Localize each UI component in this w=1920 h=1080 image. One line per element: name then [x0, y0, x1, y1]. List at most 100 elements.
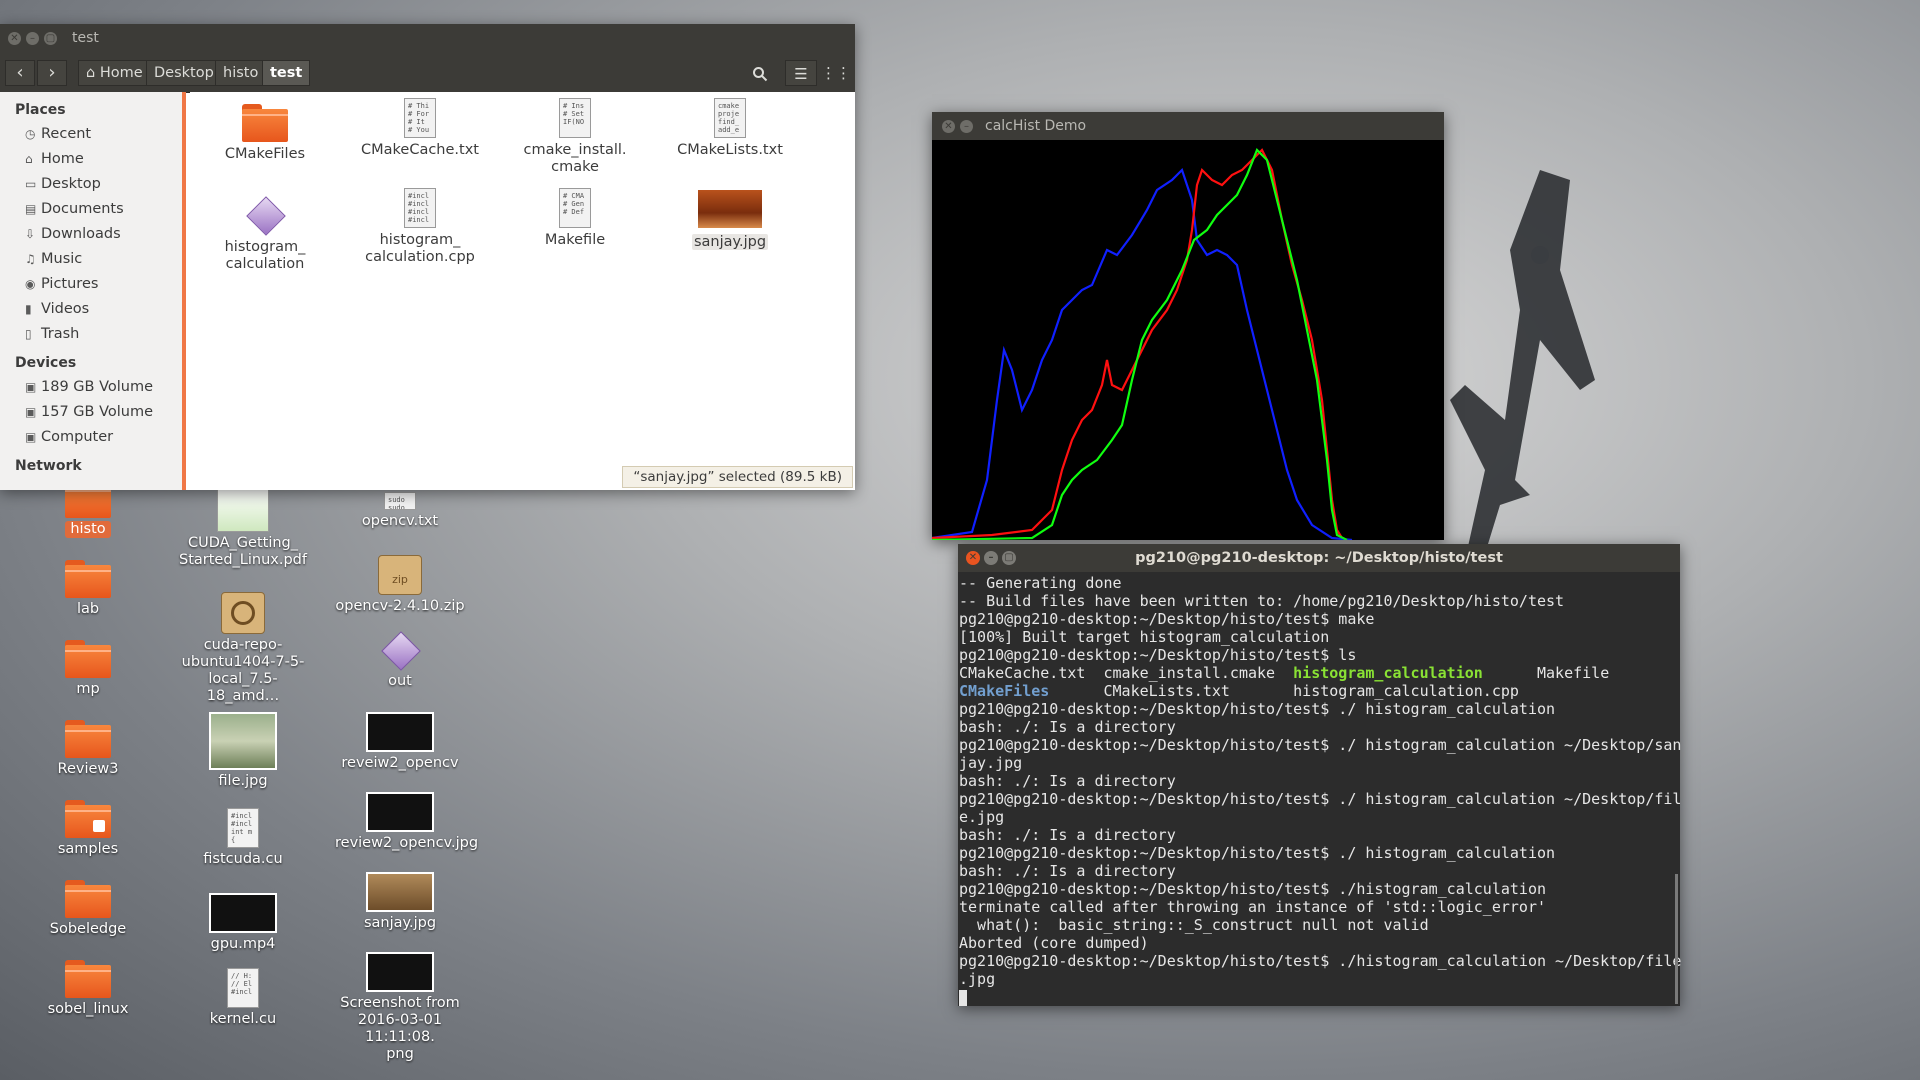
list-view-button[interactable]: ☰ [785, 60, 817, 86]
drive-icon: ▣ [25, 405, 37, 419]
file-item[interactable]: # Thi # For # It # You CMakeCache.txt [345, 98, 495, 159]
executable-icon [245, 195, 286, 236]
sidebar-item-downloads[interactable]: ⇩ Downloads [0, 222, 182, 247]
sidebar-item-label: Home [41, 151, 84, 167]
grid-icon: ⋮⋮ [821, 64, 851, 82]
maximize-icon[interactable]: ▢ [1002, 551, 1016, 565]
list-icon: ☰ [794, 65, 808, 83]
file-view: CMakeFiles # Thi # For # It # You CMakeCac… [190, 92, 855, 490]
terminal-line: pg210@pg210-desktop:~/Desktop/histo/test… [959, 736, 1682, 754]
folder-icon [65, 720, 111, 758]
desktop-item[interactable]: reveiw2_opencv [335, 712, 465, 772]
close-icon[interactable]: ✕ [8, 32, 21, 45]
terminal-line: pg210@pg210-desktop:~/Desktop/histo/test… [959, 700, 1556, 718]
sidebar-item-music[interactable]: ♫ Music [0, 247, 182, 272]
histogram-green-line [932, 148, 1348, 540]
desktop-item[interactable]: Review3 [23, 720, 153, 778]
desktop-item[interactable]: mp [23, 640, 153, 698]
image-thumbnail [366, 952, 434, 992]
sidebar-heading-network[interactable]: Network [0, 454, 182, 478]
file-name: CMakeLists.txt [677, 142, 783, 158]
minimize-icon[interactable]: – [960, 120, 973, 133]
desktop-item[interactable]: sudo sudo opencv.txt [335, 492, 465, 530]
status-bar: “sanjay.jpg” selected (89.5 kB) [622, 466, 853, 488]
sidebar-item-device[interactable]: ▣ Computer [0, 425, 182, 450]
sidebar-item-desktop[interactable]: ▭ Desktop [0, 172, 182, 197]
terminal-line: pg210@pg210-desktop:~/Desktop/histo/test… [959, 790, 1682, 808]
histogram-canvas [932, 148, 1353, 540]
folder-icon [65, 640, 111, 678]
breadcrumb-test[interactable]: test [262, 60, 311, 86]
desktop-item-label: opencv-2.4.10.zip [335, 598, 465, 614]
desktop-item[interactable]: #incl #incl int m {fistcuda.cu [178, 808, 308, 868]
maximize-icon[interactable]: ▢ [44, 32, 57, 45]
terminal-line: jay.jpg [959, 754, 1023, 772]
sidebar-item-recent[interactable]: ◷ Recent [0, 122, 182, 147]
search-button[interactable] [744, 60, 776, 86]
desktop-item-label: samples [57, 841, 119, 857]
desktop-item[interactable]: sobel_linux [23, 960, 153, 1018]
back-button[interactable]: ‹ [5, 60, 35, 86]
terminal-line: pg210@pg210-desktop:~/Desktop/histo/test… [959, 880, 1546, 898]
file-item[interactable]: histogram_ calculation [190, 195, 340, 273]
minimize-icon[interactable]: – [984, 551, 998, 565]
desktop-item[interactable]: gpu.mp4 [178, 893, 308, 953]
desktop-item[interactable]: Screenshot from 2016-03-01 11:11:08. png [335, 952, 465, 1063]
terminal-output[interactable]: -- Generating done -- Build files have be… [958, 572, 1682, 1008]
desktop-item-label: out [388, 673, 412, 689]
file-item[interactable]: #incl #incl #incl #incl histogram_ calcul… [345, 188, 495, 266]
desktop-item-label: reveiw2_opencv [341, 755, 459, 771]
grid-view-button[interactable]: ⋮⋮ [820, 60, 852, 86]
desktop-item[interactable]: file.jpg [178, 712, 308, 790]
terminal-prompt-line[interactable] [959, 988, 1679, 1006]
close-icon[interactable]: ✕ [966, 551, 980, 565]
file-item[interactable]: cmake proje find_ add_e CMakeLists.txt [655, 98, 805, 159]
desktop-item-label: histo [65, 521, 111, 538]
desktop-item-label: Sobeledge [49, 921, 127, 937]
desktop-icon: ▭ [25, 177, 37, 191]
desktop-item[interactable]: sanjay.jpg [335, 872, 465, 932]
desktop-item[interactable]: Sobeledge [23, 880, 153, 938]
file-item[interactable]: CMakeFiles [190, 104, 340, 163]
close-icon[interactable]: ✕ [942, 120, 955, 133]
calchist-titlebar[interactable]: ✕ – calcHist Demo [932, 112, 1444, 140]
sidebar-item-documents[interactable]: ▤ Documents [0, 197, 182, 222]
downloads-icon: ⇩ [25, 227, 36, 241]
file-name: sanjay.jpg [691, 234, 769, 250]
sidebar-item-label: 157 GB Volume [41, 404, 154, 420]
sidebar-item-device[interactable]: ▣ 189 GB Volume [0, 375, 182, 400]
executable-name: histogram_calculation [1293, 664, 1483, 682]
minimize-icon[interactable]: – [26, 32, 39, 45]
breadcrumb-home[interactable]: ⌂ Home [78, 60, 151, 86]
file-manager-titlebar[interactable]: ✕ – ▢ test [0, 24, 855, 52]
desktop-item[interactable]: // H: // El #incl kernel.cu [178, 968, 308, 1028]
desktop-item[interactable]: samples [23, 800, 153, 858]
breadcrumb-histo[interactable]: histo [215, 60, 267, 86]
sidebar-item-trash[interactable]: ▯ Trash [0, 322, 182, 347]
terminal-line: Aborted (core dumped) [959, 934, 1149, 952]
sidebar-item-device[interactable]: ▣ 157 GB Volume [0, 400, 182, 425]
desktop-item-label: mp [76, 681, 100, 697]
terminal-window[interactable]: ✕ – ▢ pg210@pg210-desktop: ~/Desktop/his… [958, 544, 1682, 1008]
sidebar-item-pictures[interactable]: ◉ Pictures [0, 272, 182, 297]
desktop-item[interactable]: cuda-repo- ubuntu1404-7-5- local_7.5-18_… [178, 592, 308, 705]
image-thumbnail [209, 712, 277, 770]
desktop-item[interactable]: review2_opencv.jpg [335, 792, 478, 852]
forward-button[interactable]: › [37, 60, 67, 86]
terminal-scrollbar[interactable] [1675, 874, 1678, 1004]
file-item[interactable]: # CMA # Gen # Def Makefile [500, 188, 650, 249]
sidebar-item-home[interactable]: ⌂ Home [0, 147, 182, 172]
terminal-titlebar[interactable]: ✕ – ▢ pg210@pg210-desktop: ~/Desktop/his… [958, 544, 1680, 572]
file-item[interactable]: sanjay.jpg [655, 188, 805, 251]
histogram-blue-line [932, 167, 1353, 540]
sidebar-item-videos[interactable]: ▮ Videos [0, 297, 182, 322]
breadcrumb-desktop[interactable]: Desktop [146, 60, 222, 86]
file-item[interactable]: # Ins # Set IF(NO cmake_install. cmake [500, 98, 650, 176]
desktop-item[interactable]: out [335, 630, 465, 690]
folder-icon [65, 880, 111, 918]
desktop-item[interactable]: lab [23, 560, 153, 618]
sidebar-item-label: Videos [41, 301, 90, 317]
desktop-item[interactable]: CUDA_Getting_ Started_Linux.pdf [178, 488, 308, 569]
sidebar-item-label: 189 GB Volume [41, 379, 154, 395]
desktop-item[interactable]: zip opencv-2.4.10.zip [335, 555, 465, 615]
